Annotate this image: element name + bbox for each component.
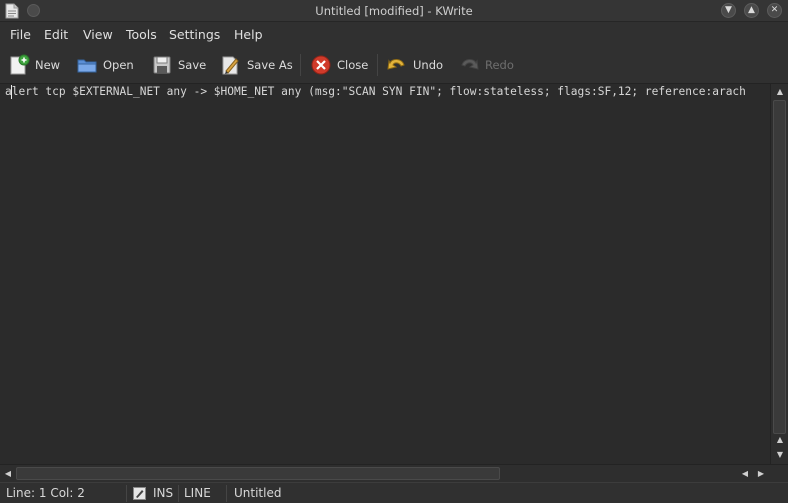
text-cursor [11,85,12,99]
window-title: Untitled [modified] - KWrite [315,4,473,18]
editor-line[interactable]: alert tcp $EXTERNAL_NET any -> $HOME_NET… [5,84,769,100]
edit-pencil-icon[interactable] [133,487,146,500]
new-button[interactable]: New [8,52,60,78]
status-divider [126,485,127,502]
scroll-left-arrow-icon[interactable]: ◀ [1,467,15,481]
save-icon [153,56,171,74]
menu-help[interactable]: Help [234,27,263,42]
cursor-position: Line: 1 Col: 2 [6,486,85,500]
vertical-scrollbar[interactable]: ▲ ▲ ▼ [770,84,788,464]
save-button[interactable]: Save [151,52,206,78]
main-toolbar: New Open Save Save As Close Undo Redo [0,46,788,84]
scroll-right-arrow-icon[interactable]: ▶ [754,467,768,481]
insert-mode[interactable]: INS [153,485,173,502]
close-button[interactable]: Close [310,52,368,78]
close-label: Close [337,58,369,72]
close-icon: ✕ [770,5,779,15]
chevron-up-icon: ▲ [748,5,755,15]
save-as-button[interactable]: Save As [220,52,293,78]
status-divider [226,485,227,502]
menu-edit[interactable]: Edit [44,27,68,42]
status-bar: Line: 1 Col: 2 INS LINE Untitled [0,482,788,503]
new-label: New [35,58,61,72]
minimize-button[interactable]: ▼ [721,3,736,18]
horizontal-scroll-thumb[interactable] [16,467,500,480]
close-window-button[interactable]: ✕ [767,3,782,18]
redo-label: Redo [485,58,514,72]
save-label: Save [178,58,207,72]
undo-button[interactable]: Undo [386,52,443,78]
vertical-scroll-thumb[interactable] [773,100,786,434]
chevron-down-icon: ▼ [725,5,732,15]
toolbar-separator [377,54,378,76]
status-divider [178,485,179,502]
open-label: Open [103,58,134,72]
undo-label: Undo [413,58,444,72]
open-button[interactable]: Open [76,52,134,78]
redo-icon [461,59,479,70]
scroll-up-arrow-icon[interactable]: ▲ [773,85,787,99]
text-editor-area[interactable]: alert tcp $EXTERNAL_NET any -> $HOME_NET… [0,84,770,464]
menu-bar: File Edit View Tools Settings Help [0,22,788,46]
new-document-icon [10,54,30,75]
title-bar: Untitled [modified] - KWrite ▼ ▲ ✕ [0,0,788,22]
menu-view[interactable]: View [83,27,113,42]
scroll-up-arrow-icon[interactable]: ▲ [773,433,787,447]
menu-file[interactable]: File [10,27,31,42]
document-name: Untitled [234,486,282,500]
save-as-icon [222,56,239,75]
selection-mode[interactable]: LINE [184,485,211,502]
menu-settings[interactable]: Settings [169,27,220,42]
close-document-icon [311,55,331,75]
scroll-left-arrow-icon[interactable]: ◀ [738,467,752,481]
save-as-label: Save As [247,58,293,72]
redo-button[interactable]: Redo [458,52,514,78]
undo-icon [387,59,405,70]
open-folder-icon [77,59,97,73]
maximize-button[interactable]: ▲ [744,3,759,18]
horizontal-scrollbar[interactable]: ◀ ◀ ▶ [0,464,788,482]
toolbar-separator [300,54,301,76]
scroll-down-arrow-icon[interactable]: ▼ [773,448,787,462]
menu-tools[interactable]: Tools [126,27,157,42]
